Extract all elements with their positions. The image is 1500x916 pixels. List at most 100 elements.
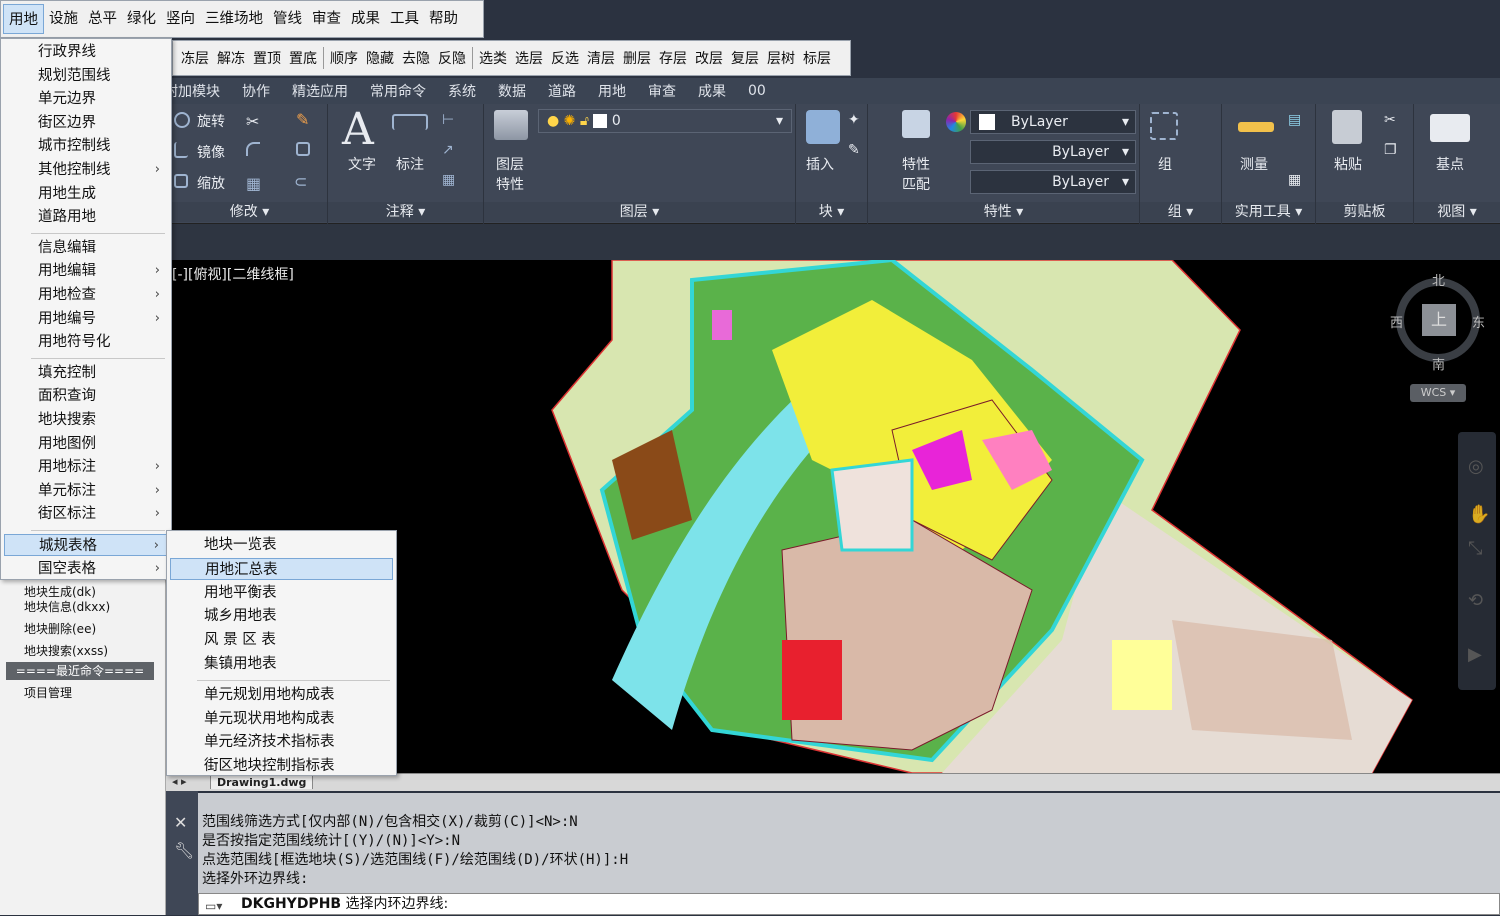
copy-icon[interactable] [296,142,310,156]
group-label[interactable]: 组 [1158,154,1172,174]
layer-dropdown[interactable]: ● ✺ 🔓︎ 0 ▾ [538,109,792,133]
ribbon-tab-10[interactable]: 00 [737,83,777,99]
linetype-dropdown[interactable]: ByLayer ▾ [970,140,1136,164]
ribbon-tab-0[interactable]: 附加模块 [164,81,231,101]
dimension-icon[interactable] [392,114,428,130]
toolstrip-item[interactable]: 置底 [285,48,321,68]
toolstrip-item[interactable]: 冻层 [177,48,213,68]
ribbon-tab-5[interactable]: 数据 [487,81,537,101]
copy-clip-icon[interactable]: ❐ [1384,142,1406,162]
toolstrip-item[interactable]: 隐藏 [362,48,398,68]
toolstrip-item[interactable]: 顺序 [326,48,362,68]
panel-title-view[interactable]: 视图 ▾ [1414,202,1500,222]
menu-item[interactable]: 用地检查 › [4,284,168,306]
menu-item[interactable]: 地块搜索 [4,409,168,431]
zoom-icon[interactable]: ⤡ [1468,538,1482,559]
ribbon-tab-3[interactable]: 常用命令 [359,81,437,101]
menu-4[interactable]: 竖向 [161,4,200,34]
cmd-project[interactable]: 项目管理 [24,684,72,701]
menu-item[interactable]: 国空表格 › [4,558,168,580]
menu-item[interactable]: 街区标注 › [4,503,168,525]
trim-icon[interactable]: ✂ [246,112,268,132]
measure-icon[interactable] [1238,122,1274,132]
submenu-item[interactable]: 用地汇总表 [170,557,393,580]
menu-item[interactable]: 用地生成 [4,183,168,205]
match-properties-icon[interactable] [902,110,930,138]
rotate-label[interactable]: 旋转 [197,111,225,131]
menu-2[interactable]: 总平 [83,4,122,34]
menu-item[interactable]: 其他控制线 › [4,159,168,181]
scale-label[interactable]: 缩放 [197,173,225,193]
submenu-item[interactable]: 地块一览表 [170,534,393,556]
layer-props-label[interactable]: 图层 [496,154,524,174]
toolstrip-item[interactable]: 层树 [763,48,799,68]
panel-title-block[interactable]: 块 ▾ [796,202,867,222]
ribbon-tab-6[interactable]: 道路 [537,81,587,101]
lineweight-dropdown[interactable]: ByLayer ▾ [970,170,1136,194]
cmd-delete[interactable]: 地块删除(ee) [24,620,96,637]
text-icon[interactable]: A [342,104,374,155]
panel-title-modify[interactable]: 修改 ▾ [172,202,327,222]
menu-5[interactable]: 三维场地 [200,4,268,34]
submenu-item[interactable]: 单元经济技术指标表 [170,731,393,753]
menu-item[interactable]: 用地图例 [4,433,168,455]
pan-icon[interactable]: ✋ [1468,504,1490,525]
color-dropdown[interactable]: ByLayer ▾ [970,110,1136,134]
wcs-menu[interactable]: WCS ▾ [1410,384,1466,402]
toolstrip-item[interactable]: 改层 [691,48,727,68]
measure-label[interactable]: 测量 [1240,154,1268,174]
panel-title-annotate[interactable]: 注释 ▾ [328,202,483,222]
menu-item[interactable]: 行政界线 [4,41,168,63]
cmd-info[interactable]: 地块信息(dkxx) [24,598,110,615]
edit-block-icon[interactable]: ✎ [848,142,870,162]
menu-10[interactable]: 帮助 [424,4,463,34]
compass-west[interactable]: 西 [1390,312,1403,331]
leader-icon[interactable]: ↗ [442,142,464,162]
calculator-icon[interactable]: ▦ [1288,172,1310,192]
ribbon-tab-7[interactable]: 用地 [587,81,637,101]
offset-icon[interactable]: ⊂ [294,172,316,192]
submenu-item[interactable]: 单元规划用地构成表 [170,684,393,706]
wrench-icon[interactable]: 🔧︎ [174,841,194,860]
command-icon[interactable]: ▭▾ [205,896,222,916]
scale-icon[interactable] [174,174,188,188]
submenu-item[interactable]: 城乡用地表 [170,605,393,627]
viewport-label[interactable]: [-][俯视][二维线框] [172,264,294,284]
menu-1[interactable]: 设施 [44,4,83,34]
menu-item[interactable]: 城市控制线 [4,135,168,157]
rotate-icon[interactable] [174,112,190,128]
menu-9[interactable]: 工具 [385,4,424,34]
menu-0[interactable]: 用地 [3,4,44,34]
insert-block-icon[interactable] [806,110,840,144]
ribbon-tab-1[interactable]: 协作 [231,81,281,101]
menu-item[interactable]: 面积查询 [4,385,168,407]
basepoint-icon[interactable] [1430,114,1470,142]
menu-item[interactable]: 城规表格 › [4,534,168,556]
mirror-label[interactable]: 镜像 [197,142,225,162]
color-wheel-icon[interactable] [946,112,966,132]
menu-item[interactable]: 填充控制 [4,362,168,384]
array-icon[interactable]: ▦ [246,174,268,194]
menu-item[interactable]: 用地编辑 › [4,260,168,282]
toolstrip-item[interactable]: 清层 [583,48,619,68]
paste-label[interactable]: 粘贴 [1334,154,1362,174]
cmd-search[interactable]: 地块搜索(xxss) [24,642,108,659]
quick-select-icon[interactable]: ▤ [1288,112,1310,132]
mirror-icon[interactable] [174,142,188,158]
viewcube[interactable]: 上 北 南 东 西 WCS ▾ [1386,270,1490,402]
menu-item[interactable]: 用地标注 › [4,456,168,478]
ribbon-tab-9[interactable]: 成果 [687,81,737,101]
menu-item[interactable]: 用地符号化 [4,331,168,353]
menu-3[interactable]: 绿化 [122,4,161,34]
submenu-item[interactable]: 单元现状用地构成表 [170,708,393,730]
submenu-item[interactable]: 用地平衡表 [170,582,393,604]
group-icon[interactable] [1150,112,1178,140]
linear-dim-icon[interactable]: ⊢ [442,112,464,132]
toolstrip-item[interactable]: 去隐 [398,48,434,68]
close-icon[interactable]: ✕ [174,813,187,832]
ribbon-tab-4[interactable]: 系统 [437,81,487,101]
panel-title-layers[interactable]: 图层 ▾ [484,202,795,222]
paste-icon[interactable] [1332,110,1362,144]
table-icon[interactable]: ▦ [442,172,464,192]
toolstrip-item[interactable]: 存层 [655,48,691,68]
